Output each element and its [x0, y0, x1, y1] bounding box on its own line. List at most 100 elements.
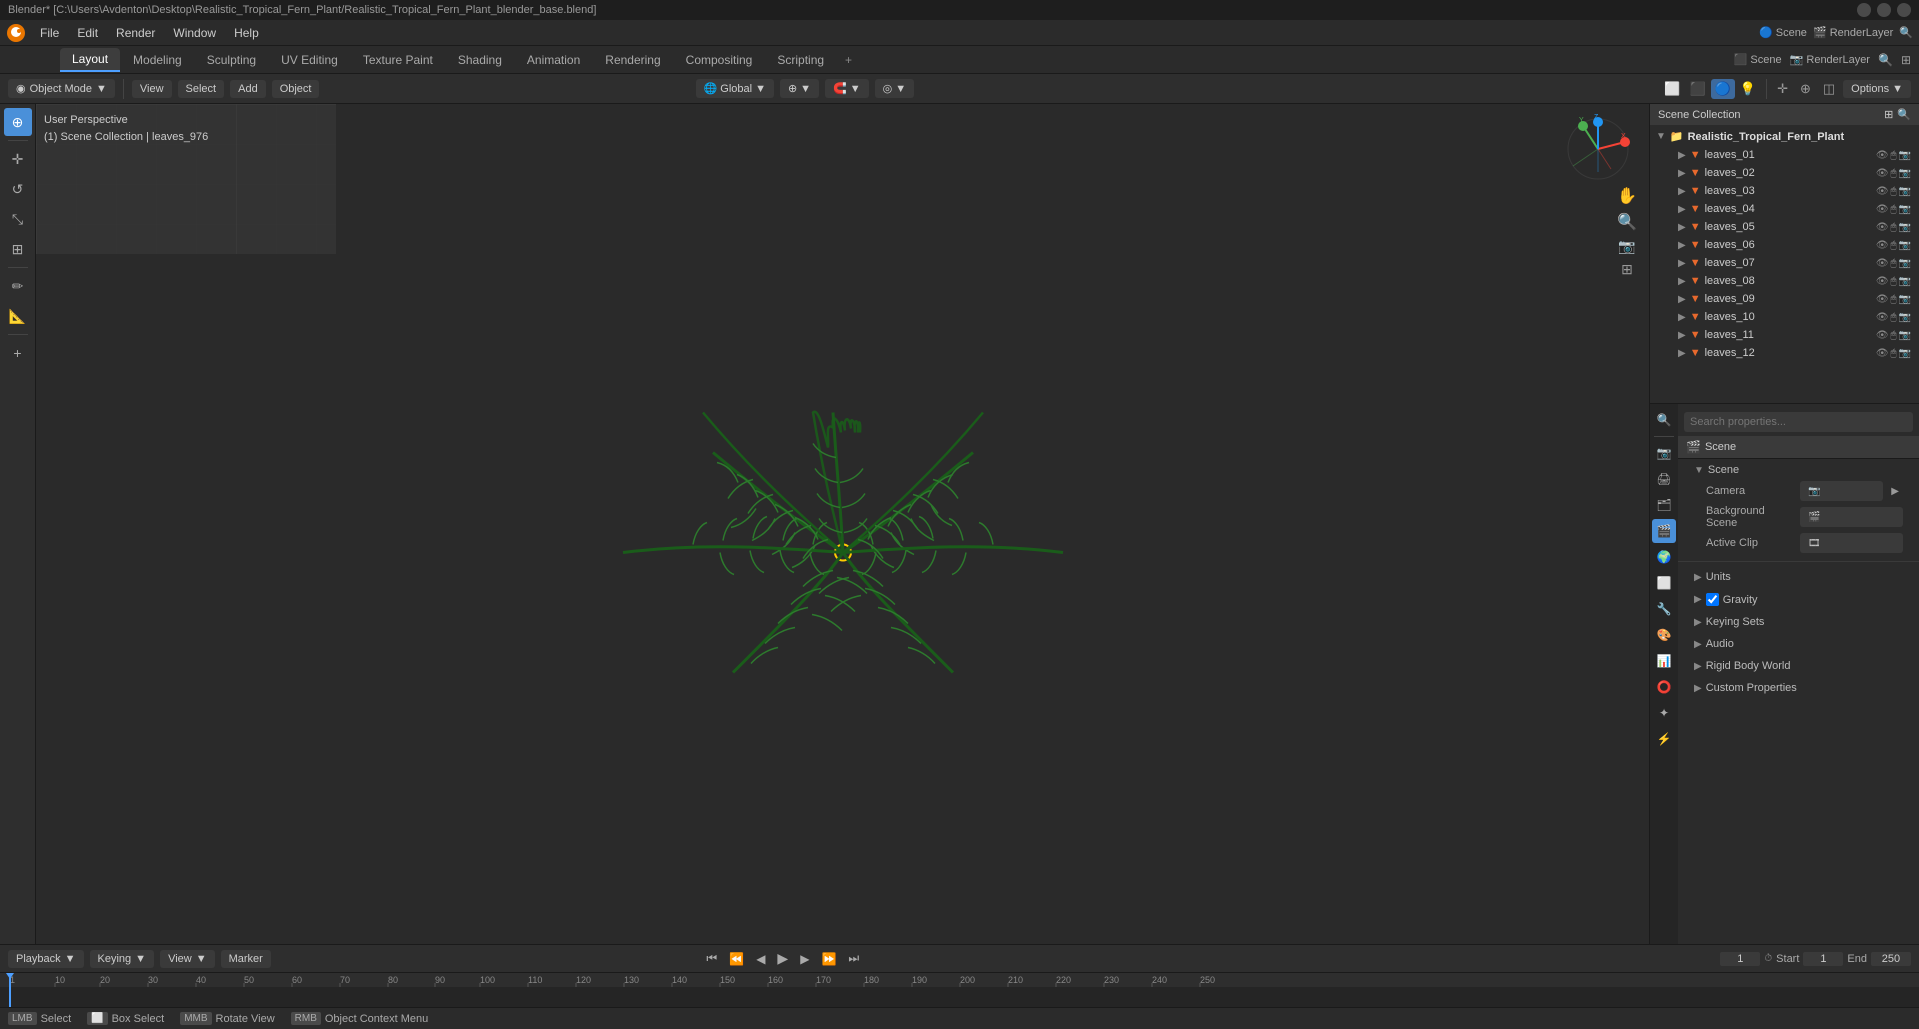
proportional-editing[interactable]: ◎ ▼	[875, 79, 915, 98]
xray-toggle[interactable]: ◫	[1819, 79, 1839, 99]
close-button[interactable]	[1897, 3, 1911, 17]
rendered-shading-btn[interactable]: 💡	[1736, 79, 1760, 99]
overlay-toggle[interactable]: ⊕	[1796, 79, 1815, 99]
wireframe-shading-btn[interactable]: ⬜	[1660, 79, 1684, 99]
grid-view-btn[interactable]: ⊞	[1613, 259, 1641, 280]
gravity-collapsible-header[interactable]: ▶ Gravity	[1686, 590, 1911, 609]
tab-layout[interactable]: Layout	[60, 48, 120, 72]
measure-tool[interactable]: 📐	[4, 302, 32, 330]
prev-frame-btn[interactable]: ◀	[752, 950, 769, 968]
outliner-filter-icon[interactable]: ⊞	[1884, 108, 1893, 121]
outliner-item-leaves04[interactable]: ▶ ▼ leaves_04 👁 🖱 📷	[1650, 200, 1919, 218]
outliner-item-leaves01[interactable]: ▶ ▼ leaves_01 👁 🖱 📷	[1650, 146, 1919, 164]
jump-end-btn[interactable]: ⏭	[844, 949, 863, 968]
camera-view-btn[interactable]: 📷	[1613, 236, 1641, 257]
prop-scene-btn[interactable]: 🎬	[1652, 519, 1676, 543]
audio-header[interactable]: ▶ Audio	[1686, 635, 1911, 653]
prop-world-btn[interactable]: 🌍	[1652, 545, 1676, 569]
transform-global-dropdown[interactable]: 🌐 Global ▼	[696, 79, 774, 98]
prop-data-btn[interactable]: 📊	[1652, 649, 1676, 673]
keying-dropdown[interactable]: Keying ▼	[90, 950, 155, 968]
scene-collapsible-header[interactable]: ▼ Scene	[1686, 461, 1911, 479]
rigid-body-header[interactable]: ▶ Rigid Body World	[1686, 657, 1911, 675]
outliner-item-leaves07[interactable]: ▶ ▼ leaves_07 👁 🖱 📷	[1650, 254, 1919, 272]
next-frame-btn[interactable]: ▶	[796, 950, 813, 968]
properties-search[interactable]	[1684, 412, 1913, 432]
active-clip-picker[interactable]: 🎞	[1800, 533, 1903, 553]
select-menu-btn[interactable]: Select	[178, 80, 225, 98]
end-frame-input[interactable]	[1871, 952, 1911, 966]
outliner-item-leaves12[interactable]: ▶ ▼ leaves_12 👁 🖱 📷	[1650, 344, 1919, 362]
prev-keyframe-btn[interactable]: ⏪	[725, 950, 748, 968]
outliner-collection-root[interactable]: ▼ 📁 Realistic_Tropical_Fern_Plant	[1650, 127, 1919, 146]
add-menu-btn[interactable]: Add	[230, 80, 266, 98]
outliner-item-leaves08[interactable]: ▶ ▼ leaves_08 👁 🖱 📷	[1650, 272, 1919, 290]
tab-shading[interactable]: Shading	[446, 49, 514, 71]
zoom-in-btn[interactable]: 🔍	[1613, 210, 1641, 234]
maximize-button[interactable]	[1877, 3, 1891, 17]
prop-material-btn[interactable]: ⭕	[1652, 675, 1676, 699]
tab-texture-paint[interactable]: Texture Paint	[351, 49, 445, 71]
prop-object-btn[interactable]: ⬜	[1652, 571, 1676, 595]
outliner-item-leaves05[interactable]: ▶ ▼ leaves_05 👁 🖱 📷	[1650, 218, 1919, 236]
prop-modifier-btn[interactable]: 🔧	[1652, 597, 1676, 621]
move-tool[interactable]: ✛	[4, 145, 32, 173]
tab-uv-editing[interactable]: UV Editing	[269, 49, 350, 71]
tab-animation[interactable]: Animation	[515, 49, 592, 71]
blender-logo[interactable]	[6, 23, 26, 43]
options-dropdown[interactable]: Options ▼	[1843, 80, 1911, 98]
prop-search-btn[interactable]: 🔍	[1652, 408, 1676, 432]
outliner-search-icon[interactable]: 🔍	[1897, 108, 1911, 121]
marker-dropdown[interactable]: Marker	[221, 950, 271, 968]
viewport-3d[interactable]: User Perspective (1) Scene Collection | …	[36, 104, 1649, 944]
tab-scripting[interactable]: Scripting	[765, 49, 836, 71]
outliner-item-leaves10[interactable]: ▶ ▼ leaves_10 👁 🖱 📷	[1650, 308, 1919, 326]
menu-edit[interactable]: Edit	[69, 24, 106, 42]
playback-dropdown[interactable]: Playback ▼	[8, 950, 84, 968]
timeline-track[interactable]: 1 10 20 30 40 50 60	[0, 973, 1919, 1007]
outliner-item-leaves03[interactable]: ▶ ▼ leaves_03 👁 🖱 📷	[1650, 182, 1919, 200]
jump-start-btn[interactable]: ⏮	[702, 949, 721, 968]
renderlayer-name[interactable]: 📷 RenderLayer	[1790, 53, 1870, 66]
keying-sets-header[interactable]: ▶ Keying Sets	[1686, 613, 1911, 631]
material-shading-btn[interactable]: 🔵	[1711, 79, 1735, 99]
snapping-dropdown[interactable]: 🧲 ▼	[825, 79, 869, 98]
outliner-item-leaves11[interactable]: ▶ ▼ leaves_11 👁 🖱 📷	[1650, 326, 1919, 344]
annotate-tool[interactable]: ✏	[4, 272, 32, 300]
start-frame-input[interactable]	[1803, 952, 1843, 966]
scene-name[interactable]: ⬛ Scene	[1734, 53, 1782, 66]
object-mode-dropdown[interactable]: ◉ Object Mode ▼	[8, 79, 115, 98]
prop-physics-btn[interactable]: ⚡	[1652, 727, 1676, 751]
menu-file[interactable]: File	[32, 24, 67, 42]
solid-shading-btn[interactable]: ⬛	[1686, 79, 1710, 99]
prop-viewlayer-btn[interactable]: 🗂	[1652, 493, 1676, 517]
rotate-tool[interactable]: ↺	[4, 175, 32, 203]
view-menu-btn[interactable]: View	[132, 80, 172, 98]
units-collapsible-header[interactable]: ▶ Units	[1686, 568, 1911, 586]
outliner-item-leaves09[interactable]: ▶ ▼ leaves_09 👁 🖱 📷	[1650, 290, 1919, 308]
view-dropdown[interactable]: View ▼	[160, 950, 215, 968]
filter-icon[interactable]: ⊞	[1901, 53, 1911, 67]
hand-tool-btn[interactable]: ✋	[1613, 184, 1641, 208]
menu-render[interactable]: Render	[108, 24, 163, 42]
gizmo-toggle[interactable]: ✛	[1773, 79, 1792, 99]
pivot-point-dropdown[interactable]: ⊕ ▼	[780, 79, 819, 98]
search-icon-top[interactable]: 🔍	[1878, 53, 1893, 67]
tab-sculpting[interactable]: Sculpting	[195, 49, 268, 71]
prop-output-btn[interactable]: 🖨	[1652, 467, 1676, 491]
add-workspace-button[interactable]: +	[837, 49, 860, 71]
camera-picker[interactable]: 📷	[1800, 481, 1883, 501]
prop-shader-btn[interactable]: 🎨	[1652, 623, 1676, 647]
current-frame-input[interactable]	[1720, 952, 1760, 966]
gravity-checkbox[interactable]	[1706, 593, 1719, 606]
menu-help[interactable]: Help	[226, 24, 267, 42]
prop-particles-btn[interactable]: ✦	[1652, 701, 1676, 725]
tab-compositing[interactable]: Compositing	[674, 49, 765, 71]
object-menu-btn[interactable]: Object	[272, 80, 320, 98]
custom-props-header[interactable]: ▶ Custom Properties	[1686, 679, 1911, 697]
tab-rendering[interactable]: Rendering	[593, 49, 672, 71]
outliner-item-leaves06[interactable]: ▶ ▼ leaves_06 👁 🖱 📷	[1650, 236, 1919, 254]
navigation-gizmo[interactable]: Y X Z	[1563, 114, 1633, 184]
tab-modeling[interactable]: Modeling	[121, 49, 194, 71]
search-icon[interactable]: 🔍	[1899, 26, 1913, 39]
